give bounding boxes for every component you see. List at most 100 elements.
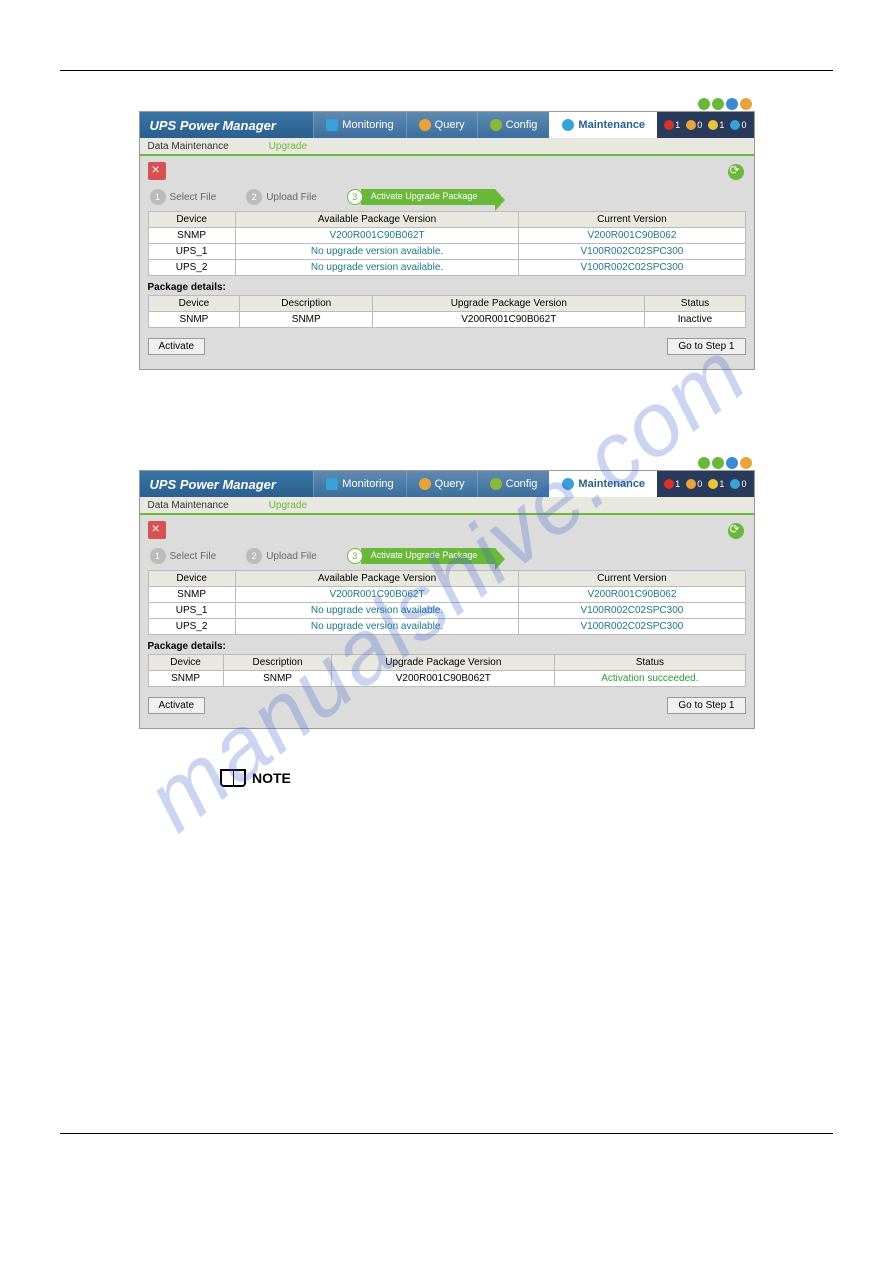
badge-icon	[708, 479, 718, 489]
table-row: UPS_1No upgrade version available.V100R0…	[148, 603, 745, 619]
content-area: 1Select File 2Upload File 3Activate Upgrad…	[140, 156, 754, 369]
sub-tabs: Data Maintenance Upgrade	[140, 138, 754, 156]
icon-query	[419, 119, 431, 131]
table-cell: V100R002C02SPC300	[519, 260, 745, 276]
table-cell: SNMP	[148, 671, 223, 687]
note-label-text: NOTE	[252, 770, 291, 786]
table-header: Device	[148, 571, 235, 587]
nav-tab-config[interactable]: Config	[477, 112, 550, 138]
goto-step1-button[interactable]: Go to Step 1	[667, 338, 745, 355]
delete-icon[interactable]	[148, 162, 166, 180]
table-row: SNMPSNMPV200R001C90B062TActivation succe…	[148, 671, 745, 687]
delete-icon[interactable]	[148, 521, 166, 539]
table-row: UPS_2No upgrade version available.V100R0…	[148, 260, 745, 276]
refresh-icon[interactable]	[728, 164, 744, 180]
alarm-badge[interactable]: 1	[664, 120, 680, 130]
app-header: UPS Power ManagerMonitoringQueryConfigMa…	[140, 112, 754, 138]
table-cell: UPS_2	[148, 260, 235, 276]
badge-count: 0	[741, 479, 746, 489]
step-3[interactable]: 3Activate Upgrade Package	[347, 189, 496, 205]
badge-icon	[664, 479, 674, 489]
nav-tab-label: Monitoring	[342, 119, 393, 131]
table-cell: UPS_1	[148, 244, 235, 260]
sub-tabs: Data Maintenance Upgrade	[140, 497, 754, 515]
alarm-badges: 1010	[657, 471, 753, 497]
badge-count: 1	[675, 120, 680, 130]
screenshot-1: UPS Power ManagerMonitoringQueryConfigMa…	[139, 470, 755, 729]
nav-tab-maintenance[interactable]: Maintenance	[549, 471, 657, 497]
table-cell: UPS_2	[148, 619, 235, 635]
nav-tab-config[interactable]: Config	[477, 471, 550, 497]
activate-button[interactable]: Activate	[148, 338, 206, 355]
help-icon[interactable]	[712, 457, 724, 469]
table-header-row: DeviceDescriptionUpgrade Package Version…	[148, 296, 745, 312]
help-icon[interactable]	[712, 98, 724, 110]
screenshot-0: UPS Power ManagerMonitoringQueryConfigMa…	[139, 111, 755, 370]
alarm-badge[interactable]: 1	[708, 479, 724, 489]
table-cell: V200R001C90B062T	[332, 671, 555, 687]
subtab-upgrade[interactable]: Upgrade	[269, 141, 307, 152]
step-label: Select File	[170, 551, 217, 562]
nav-tabs: Monitoring QueryConfigMaintenance	[313, 112, 657, 138]
available-packages-table: DeviceAvailable Package VersionCurrent V…	[148, 570, 746, 635]
table-cell: V100R002C02SPC300	[519, 244, 745, 260]
alarm-badges: 1010	[657, 112, 753, 138]
nav-tab-monitoring[interactable]: Monitoring	[313, 112, 405, 138]
help-icon[interactable]	[698, 98, 710, 110]
table-header-row: DeviceDescriptionUpgrade Package Version…	[148, 655, 745, 671]
alarm-badge[interactable]: 0	[730, 479, 746, 489]
badge-count: 1	[719, 479, 724, 489]
help-icon[interactable]	[698, 457, 710, 469]
table-header: Current Version	[519, 212, 745, 228]
table-row: SNMPV200R001C90B062TV200R001C90B062	[148, 587, 745, 603]
nav-tab-query[interactable]: Query	[406, 471, 477, 497]
icon-monitor	[326, 478, 338, 490]
nav-tab-monitoring[interactable]: Monitoring	[313, 471, 405, 497]
help-icon[interactable]	[726, 457, 738, 469]
step-2[interactable]: 2Upload File	[246, 548, 317, 564]
step-label: Upload File	[266, 192, 317, 203]
package-details-table: DeviceDescriptionUpgrade Package Version…	[148, 295, 746, 328]
nav-tab-maintenance[interactable]: Maintenance	[549, 112, 657, 138]
nav-tab-label: Config	[506, 478, 538, 490]
step-wizard: 1 Select File 2Upload File 3Activate Upgrad…	[150, 548, 746, 564]
table-cell: No upgrade version available.	[235, 603, 519, 619]
goto-step1-button[interactable]: Go to Step 1	[667, 697, 745, 714]
help-icon[interactable]	[726, 98, 738, 110]
badge-count: 1	[675, 479, 680, 489]
alarm-badge[interactable]: 0	[686, 120, 702, 130]
refresh-icon[interactable]	[728, 523, 744, 539]
table-cell: UPS_1	[148, 603, 235, 619]
step-number: 1	[150, 548, 166, 564]
help-icon[interactable]	[740, 457, 752, 469]
icon-maint	[562, 478, 574, 490]
book-icon	[220, 769, 246, 787]
subtab-data-maintenance[interactable]: Data Maintenance	[148, 500, 229, 511]
step-3[interactable]: 3Activate Upgrade Package	[347, 548, 496, 564]
alarm-badge[interactable]: 0	[730, 120, 746, 130]
alarm-badge[interactable]: 1	[708, 120, 724, 130]
help-icon[interactable]	[740, 98, 752, 110]
table-header: Current Version	[519, 571, 745, 587]
table-cell: Inactive	[645, 312, 745, 328]
table-row: UPS_2No upgrade version available.V100R0…	[148, 619, 745, 635]
subtab-data-maintenance[interactable]: Data Maintenance	[148, 141, 229, 152]
table-header: Device	[148, 655, 223, 671]
badge-icon	[730, 479, 740, 489]
nav-tab-query[interactable]: Query	[406, 112, 477, 138]
package-details-table: DeviceDescriptionUpgrade Package Version…	[148, 654, 746, 687]
alarm-badge[interactable]: 1	[664, 479, 680, 489]
button-row: Activate Go to Step 1	[148, 697, 746, 714]
step-1[interactable]: 1 Select File	[150, 548, 217, 564]
package-details-label: Package details:	[148, 641, 746, 652]
alarm-badge[interactable]: 0	[686, 479, 702, 489]
activate-button[interactable]: Activate	[148, 697, 206, 714]
table-header: Status	[555, 655, 745, 671]
table-header: Upgrade Package Version	[373, 296, 645, 312]
badge-count: 0	[741, 120, 746, 130]
step-label: Select File	[170, 192, 217, 203]
step-1[interactable]: 1Select File	[150, 189, 217, 205]
step-2[interactable]: 2Upload File	[246, 189, 317, 205]
step-number: 3	[347, 548, 363, 564]
subtab-upgrade[interactable]: Upgrade	[269, 500, 307, 511]
